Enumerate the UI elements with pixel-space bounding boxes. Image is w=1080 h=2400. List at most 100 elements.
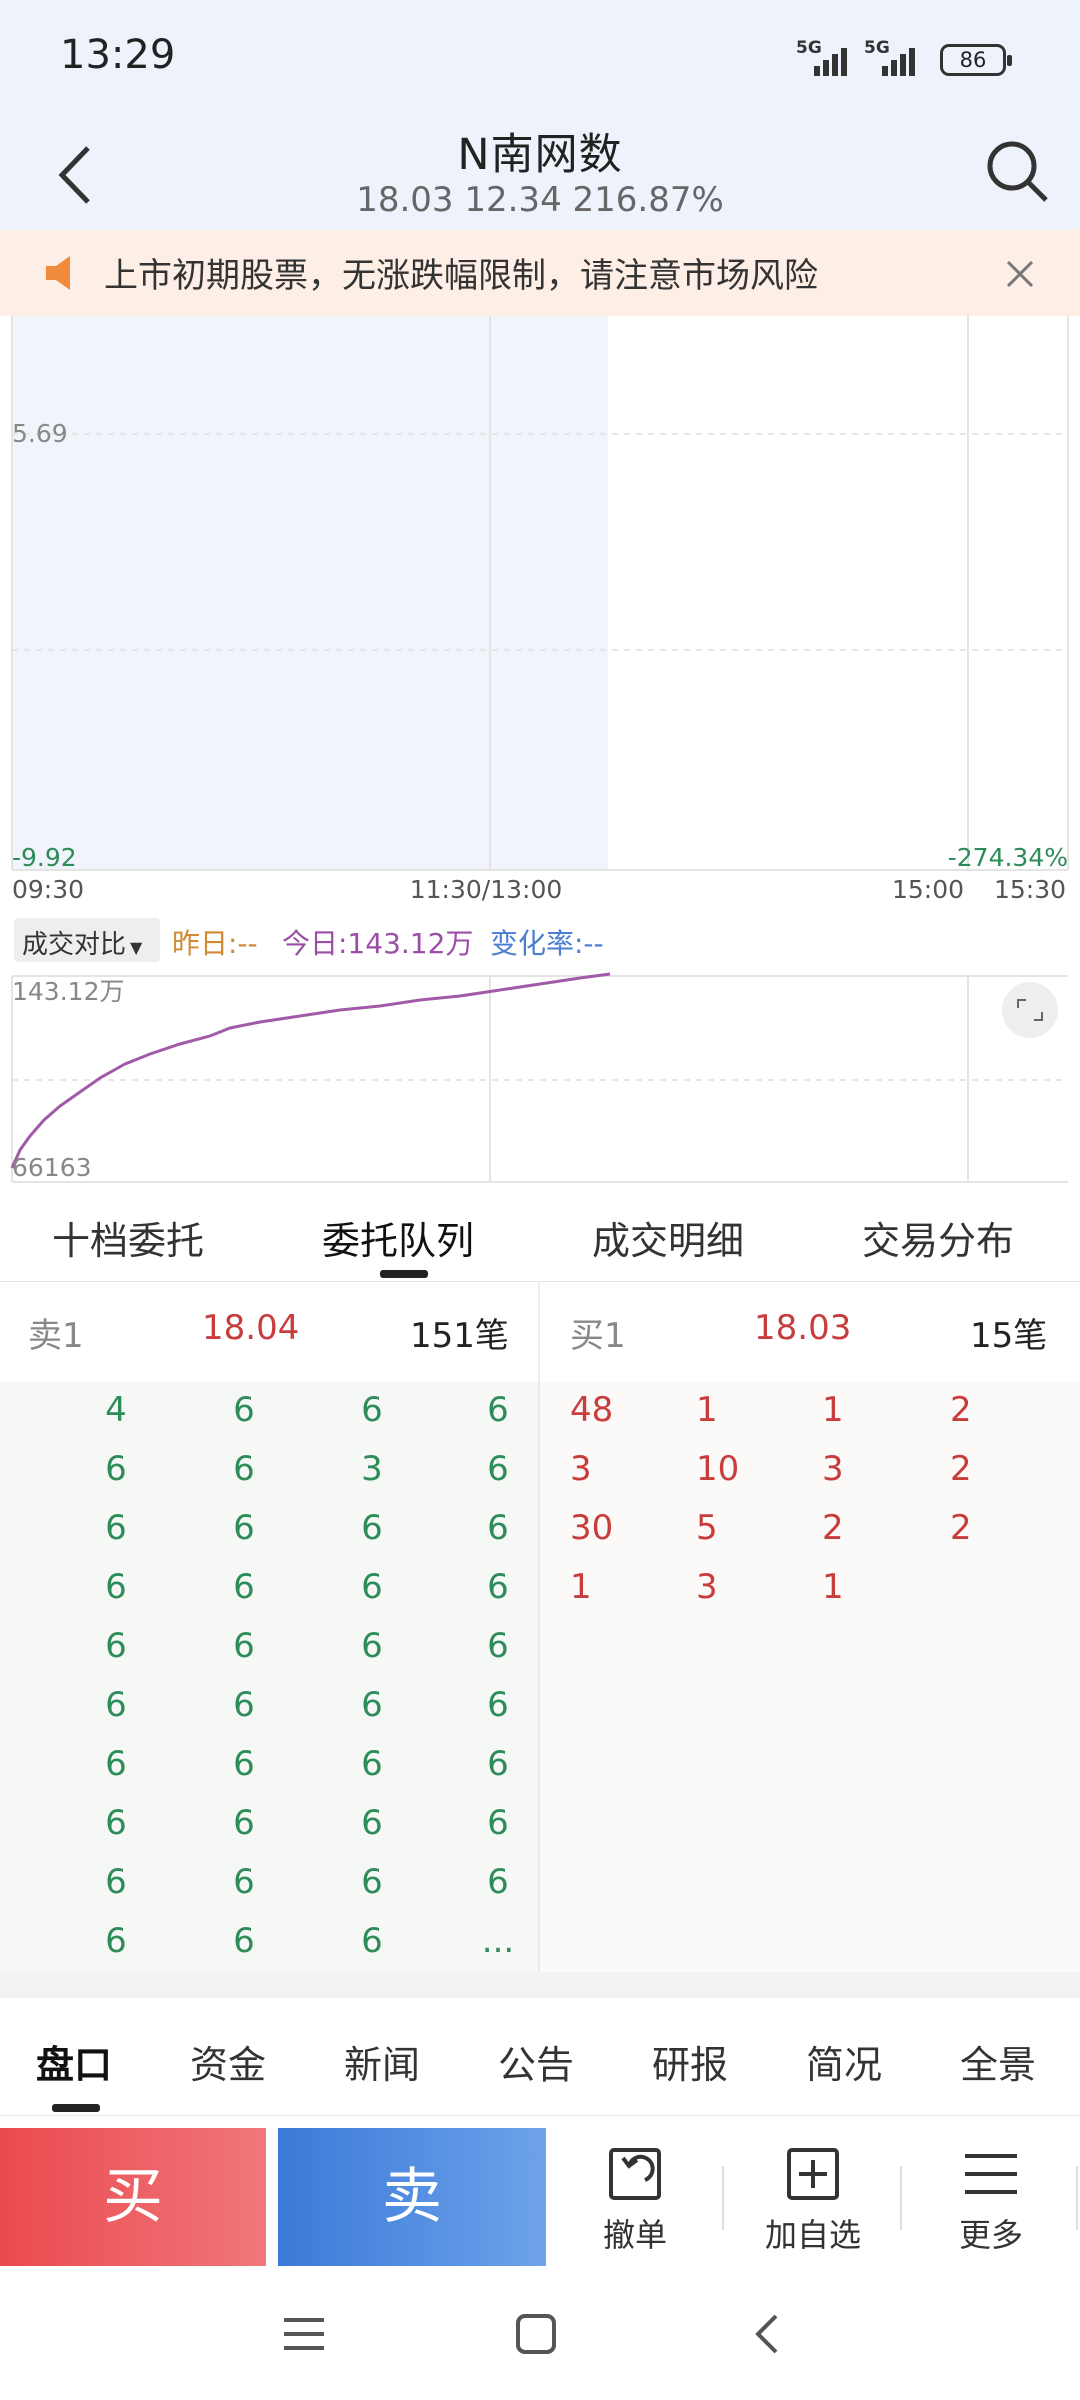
sell-queue-cell: 6 <box>487 1626 509 1666</box>
sell-button[interactable]: 卖 <box>278 2128 546 2266</box>
buy-queue-cell: 2 <box>950 1449 972 1489</box>
tab-handicap[interactable]: 盘口 <box>36 2034 112 2089</box>
sell-queue-cell: 6 <box>487 1567 509 1607</box>
more-button[interactable]: 更多 <box>916 2144 1066 2264</box>
y-axis-bottom-right-label: -274.34% <box>948 843 1068 872</box>
sell-queue-cell: 6 <box>233 1744 255 1784</box>
buy-price: 18.03 <box>754 1308 852 1348</box>
morning-session-area <box>12 316 608 870</box>
home-icon[interactable] <box>506 2304 566 2364</box>
sell-queue-cell: 6 <box>233 1508 255 1548</box>
sell-queue-cell: 6 <box>105 1626 127 1666</box>
buy-queue-cell: 48 <box>570 1390 614 1430</box>
action-separator <box>722 2166 724 2230</box>
sell-queue-cell: 6 <box>105 1803 127 1843</box>
volume-change-rate: 变化率:-- <box>490 927 604 960</box>
buy-queue-cell: 1 <box>822 1390 844 1430</box>
sell-level-label: 卖1 <box>28 1316 84 1356</box>
buy-queue-cell: 5 <box>696 1508 718 1548</box>
volume-compare-label: 成交对比 <box>22 930 127 960</box>
sell-queue-cell: 6 <box>233 1390 255 1430</box>
sell-queue-cell: 6 <box>361 1862 383 1902</box>
more-label: 更多 <box>958 2216 1023 2254</box>
recent-apps-icon[interactable] <box>274 2304 334 2364</box>
add-watchlist-button[interactable]: 加自选 <box>738 2144 888 2264</box>
tab-trade-distribution[interactable]: 交易分布 <box>862 1210 1014 1265</box>
sell-queue-cell: 6 <box>487 1803 509 1843</box>
tab-capital[interactable]: 资金 <box>190 2034 266 2089</box>
buy-order-count: 15笔 <box>970 1316 1048 1356</box>
sell-queue-cell: 6 <box>487 1508 509 1548</box>
today-volume: 今日:143.12万 <box>282 927 474 960</box>
y-axis-top-label: 5.69 <box>12 419 68 448</box>
sell-queue-cell: 6 <box>361 1508 383 1548</box>
battery-icon: 86 <box>940 44 1012 76</box>
yesterday-volume: 昨日:-- <box>172 927 258 960</box>
dropdown-arrow-icon: ▼ <box>130 938 143 957</box>
tab-announcement[interactable]: 公告 <box>498 2034 574 2089</box>
tab-panorama[interactable]: 全景 <box>960 2034 1036 2089</box>
buy-queue-cell: 1 <box>822 1567 844 1607</box>
notice-text: 上市初期股票，无涨跌幅限制，请注意市场风险 <box>104 256 818 296</box>
sell-queue-cell: 6 <box>361 1744 383 1784</box>
sell-queue-cell: 6 <box>361 1921 383 1961</box>
search-icon[interactable] <box>982 136 1052 206</box>
back-icon[interactable] <box>738 2304 798 2364</box>
buy-button[interactable]: 买 <box>0 2128 266 2266</box>
buy-queue-cell: 30 <box>570 1508 614 1548</box>
risk-notice-banner: 上市初期股票，无涨跌幅限制，请注意市场风险 <box>0 230 1080 316</box>
x-axis-label-open: 09:30 <box>12 875 84 904</box>
buy-queue-cell: 10 <box>696 1449 740 1489</box>
status-bar: 13:29 5G 5G 86 <box>0 0 1080 110</box>
volume-compare-chart[interactable]: 143.12万 66163 <box>0 960 1080 1190</box>
sell-queue-cell: 6 <box>361 1626 383 1666</box>
cancel-order-label: 撤单 <box>602 2216 667 2254</box>
buy-queue-cell: 2 <box>822 1508 844 1548</box>
order-detail-tabs: 十档委托 委托队列 成交明细 交易分布 <box>0 1190 1080 1282</box>
intraday-price-chart[interactable]: 5.69 -9.92 -274.34% 09:30 11:30/13:00 15… <box>0 316 1080 910</box>
buy-queue-cell: 2 <box>950 1390 972 1430</box>
tab-research[interactable]: 研报 <box>652 2034 728 2089</box>
sell-queue-cell: 6 <box>361 1390 383 1430</box>
sell-queue-cell: 6 <box>105 1862 127 1902</box>
sell-queue-cell: 6 <box>361 1567 383 1607</box>
x-axis-label-close: 15:00 <box>892 875 964 904</box>
tab-trade-detail[interactable]: 成交明细 <box>592 1210 744 1265</box>
sell-queue-cell: 6 <box>487 1449 509 1489</box>
cancel-order-button[interactable]: 撤单 <box>560 2144 710 2264</box>
sell-queue-cell: 6 <box>487 1685 509 1725</box>
tab-order-queue[interactable]: 委托队列 <box>322 1210 474 1265</box>
stock-header: N南网数 18.03 12.34 216.87% <box>0 110 1080 230</box>
sell-queue-cell: 6 <box>233 1626 255 1666</box>
queue-header: 卖1 18.04 151笔 买1 18.03 15笔 <box>0 1282 1080 1382</box>
sell-queue-cell: 6 <box>487 1390 509 1430</box>
tab-profile[interactable]: 简况 <box>806 2034 882 2089</box>
sell-queue-cell: 6 <box>105 1508 127 1548</box>
sell-queue-cell: 6 <box>233 1449 255 1489</box>
x-axis-label-after: 15:30 <box>994 875 1066 904</box>
system-nav-bar <box>0 2266 1080 2400</box>
speaker-icon <box>46 256 70 290</box>
volume-y-top-label: 143.12万 <box>12 977 124 1006</box>
volume-y-bottom-label: 66163 <box>12 1153 92 1182</box>
y-axis-bottom-left-label: -9.92 <box>12 843 77 872</box>
sell-queue-cell: 6 <box>105 1921 127 1961</box>
sell-queue-cell: 6 <box>233 1803 255 1843</box>
active-bottom-tab-indicator <box>52 2104 100 2112</box>
buy-queue-cell: 2 <box>950 1508 972 1548</box>
volume-compare-select[interactable]: 成交对比 ▼ <box>14 918 160 962</box>
sell-queue-cell: 6 <box>361 1685 383 1725</box>
trade-action-bar: 买 卖 撤单 加自选 更多 <box>0 2128 1080 2266</box>
stock-quote-summary: 18.03 12.34 216.87% <box>356 180 724 220</box>
buy-level-label: 买1 <box>570 1316 626 1356</box>
fullscreen-icon[interactable] <box>1002 982 1058 1038</box>
sell-queue-cell: 6 <box>233 1567 255 1607</box>
close-icon[interactable] <box>1000 254 1040 294</box>
buy-queue-cell: 3 <box>822 1449 844 1489</box>
stock-name: N南网数 <box>457 130 623 180</box>
sell-queue-cell: 6 <box>487 1744 509 1784</box>
tab-news[interactable]: 新闻 <box>344 2034 420 2089</box>
tab-ten-level[interactable]: 十档委托 <box>52 1210 204 1265</box>
order-queue: 卖1 18.04 151笔 买1 18.03 15笔 4 6 6 6 6 6 3 6 6 6 6 6 6… <box>0 1282 1080 1972</box>
section-gap <box>0 1972 1080 1998</box>
